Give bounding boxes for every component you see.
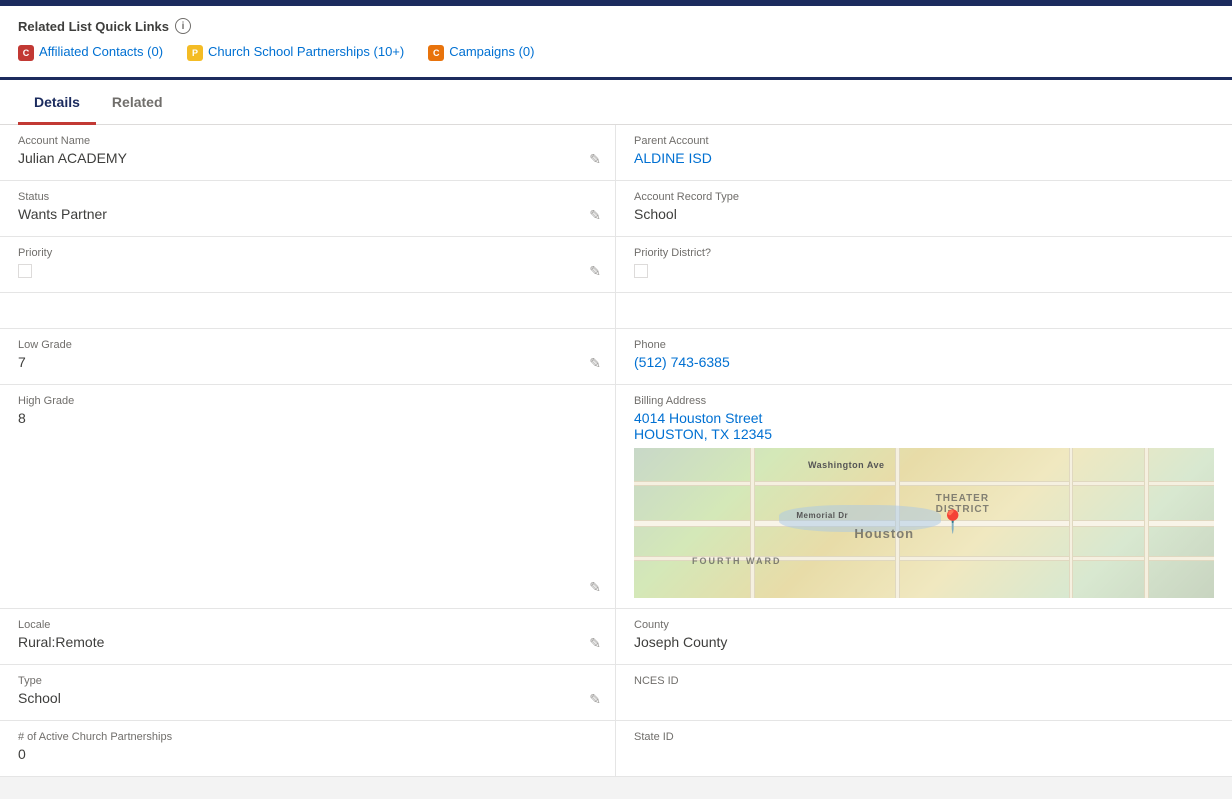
active-partnerships-label: # of Active Church Partnerships	[18, 731, 597, 743]
low-grade-edit-icon[interactable]: ✎	[589, 355, 601, 372]
map-houston-label: Houston	[854, 526, 914, 541]
priority-checkbox[interactable]	[18, 264, 32, 278]
map-bg: Washington Ave Memorial Dr THEATERDISTRI…	[634, 448, 1214, 598]
account-name-field: Account Name Julian ACADEMY ✎	[0, 125, 616, 181]
quick-link-affiliated-contacts: C Affiliated Contacts (0)	[18, 44, 163, 61]
priority-district-checkbox[interactable]	[634, 264, 648, 278]
parent-account-label: Parent Account	[634, 135, 1214, 147]
campaigns-link[interactable]: Campaigns (0)	[449, 44, 534, 61]
billing-address-label: Billing Address	[634, 395, 1214, 407]
quick-links-panel: Related List Quick Links i C Affiliated …	[0, 6, 1232, 80]
priority-district-label: Priority District?	[634, 247, 1214, 259]
high-grade-field: High Grade 8 ✎	[0, 385, 616, 609]
tab-related[interactable]: Related	[96, 80, 179, 125]
account-name-label: Account Name	[18, 135, 597, 147]
tab-details[interactable]: Details	[18, 80, 96, 125]
status-edit-icon[interactable]: ✎	[589, 207, 601, 224]
parent-account-field: Parent Account ALDINE ISD	[616, 125, 1232, 181]
church-school-partnerships-link[interactable]: Church School Partnerships (10+)	[208, 44, 404, 61]
low-grade-value: 7	[18, 354, 597, 370]
low-grade-field: Low Grade 7 ✎	[0, 329, 616, 385]
state-id-label: State ID	[634, 731, 1214, 743]
locale-field: Locale Rural:Remote ✎	[0, 609, 616, 665]
phone-value[interactable]: (512) 743-6385	[634, 354, 1214, 370]
high-grade-label: High Grade	[18, 395, 597, 407]
nces-id-label: NCES ID	[634, 675, 1214, 687]
account-record-type-field: Account Record Type School	[616, 181, 1232, 237]
status-value: Wants Partner	[18, 206, 597, 222]
main-content: Details Related Account Name Julian ACAD…	[0, 80, 1232, 777]
map-fourth-ward-label: FOURTH WARD	[692, 556, 782, 566]
tabs-bar: Details Related	[0, 80, 1232, 125]
affiliated-contacts-icon: C	[18, 45, 34, 61]
billing-address-line1[interactable]: 4014 Houston Street	[634, 410, 1214, 426]
county-field: County Joseph County	[616, 609, 1232, 665]
priority-label: Priority	[18, 247, 597, 259]
billing-address-field: Billing Address 4014 Houston Street HOUS…	[616, 385, 1232, 609]
account-name-edit-icon[interactable]: ✎	[589, 151, 601, 168]
info-icon[interactable]: i	[175, 18, 191, 34]
high-grade-edit-icon[interactable]: ✎	[589, 579, 601, 596]
fields-grid: Account Name Julian ACADEMY ✎ Parent Acc…	[0, 125, 1232, 777]
account-name-value: Julian ACADEMY	[18, 150, 597, 166]
priority-edit-icon[interactable]: ✎	[589, 263, 601, 280]
spacer-left-1	[0, 293, 616, 329]
quick-link-campaigns: C Campaigns (0)	[428, 44, 534, 61]
parent-account-value[interactable]: ALDINE ISD	[634, 150, 1214, 166]
county-label: County	[634, 619, 1214, 631]
quick-link-church-school-partnerships: P Church School Partnerships (10+)	[187, 44, 404, 61]
type-label: Type	[18, 675, 597, 687]
map-pin: 📍	[939, 511, 966, 533]
account-record-type-label: Account Record Type	[634, 191, 1214, 203]
details-content: Account Name Julian ACADEMY ✎ Parent Acc…	[0, 125, 1232, 777]
type-field: Type School ✎	[0, 665, 616, 721]
map-container[interactable]: Washington Ave Memorial Dr THEATERDISTRI…	[634, 448, 1214, 598]
spacer-right-1	[616, 293, 1232, 329]
church-school-icon: P	[187, 45, 203, 61]
priority-district-field: Priority District?	[616, 237, 1232, 293]
active-partnerships-value: 0	[18, 746, 597, 762]
status-label: Status	[18, 191, 597, 203]
type-edit-icon[interactable]: ✎	[589, 691, 601, 708]
map-washington-label: Washington Ave	[808, 460, 885, 470]
type-value: School	[18, 690, 597, 706]
status-field: Status Wants Partner ✎	[0, 181, 616, 237]
priority-field: Priority ✎	[0, 237, 616, 293]
map-memorial-label: Memorial Dr	[796, 511, 848, 520]
high-grade-value: 8	[18, 410, 597, 426]
phone-label: Phone	[634, 339, 1214, 351]
quick-links-list: C Affiliated Contacts (0) P Church Schoo…	[18, 44, 1214, 61]
affiliated-contacts-link[interactable]: Affiliated Contacts (0)	[39, 44, 163, 61]
locale-value: Rural:Remote	[18, 634, 597, 650]
state-id-field: State ID	[616, 721, 1232, 777]
account-record-type-value: School	[634, 206, 1214, 222]
campaigns-icon: C	[428, 45, 444, 61]
billing-address-line2[interactable]: HOUSTON, TX 12345	[634, 426, 1214, 442]
quick-links-title: Related List Quick Links i	[18, 18, 1214, 34]
active-partnerships-field: # of Active Church Partnerships 0	[0, 721, 616, 777]
nces-id-field: NCES ID	[616, 665, 1232, 721]
county-value: Joseph County	[634, 634, 1214, 650]
low-grade-label: Low Grade	[18, 339, 597, 351]
quick-links-heading: Related List Quick Links	[18, 19, 169, 34]
phone-field: Phone (512) 743-6385	[616, 329, 1232, 385]
locale-edit-icon[interactable]: ✎	[589, 635, 601, 652]
locale-label: Locale	[18, 619, 597, 631]
